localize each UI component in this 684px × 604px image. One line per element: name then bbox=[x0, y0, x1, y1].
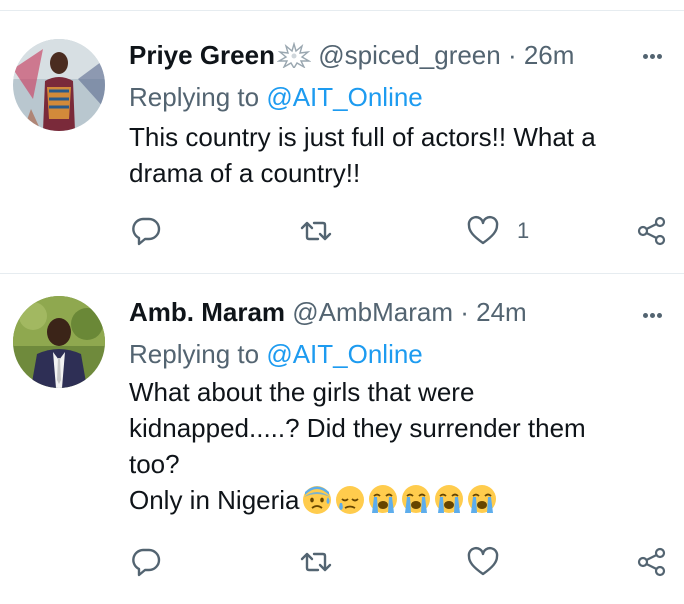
share-button[interactable] bbox=[636, 211, 668, 251]
author-name[interactable]: Amb. Maram bbox=[129, 297, 285, 327]
retweet-icon bbox=[300, 221, 332, 241]
tweet-text-line: This country is just full of actors!! Wh… bbox=[129, 122, 596, 152]
anxious-sweat-face-emoji bbox=[302, 486, 331, 514]
more-options-button[interactable] bbox=[636, 41, 668, 73]
avatar-image bbox=[13, 296, 105, 388]
loudly-crying-face-emoji bbox=[467, 485, 496, 513]
reply-icon bbox=[132, 217, 161, 246]
replying-label: Replying to bbox=[129, 339, 260, 369]
timestamp[interactable]: 24m bbox=[476, 297, 527, 327]
share-icon bbox=[637, 216, 666, 246]
retweet-button[interactable] bbox=[300, 211, 332, 251]
replying-to: Replying to @AIT_Online bbox=[129, 81, 423, 113]
tweet-text-segment: Only in Nigeria bbox=[129, 485, 300, 515]
separator: · bbox=[500, 40, 524, 70]
avatar[interactable] bbox=[13, 296, 105, 388]
reply-button[interactable] bbox=[130, 542, 162, 582]
reply-button[interactable] bbox=[130, 211, 162, 251]
loudly-crying-face-emoji bbox=[368, 485, 397, 513]
timestamp[interactable]: 26m bbox=[524, 40, 575, 70]
loudly-crying-face-emoji bbox=[401, 485, 430, 513]
avatar-image bbox=[13, 39, 105, 131]
tweet-text-line: too? bbox=[129, 449, 180, 479]
replying-to: Replying to @AIT_Online bbox=[129, 338, 423, 370]
tweet-actions bbox=[0, 542, 684, 582]
tweet[interactable]: Amb. Maram @AmbMaram · 24m Replying to @… bbox=[0, 274, 684, 604]
explosion-badge-icon bbox=[276, 42, 311, 68]
avatar[interactable] bbox=[13, 39, 105, 131]
tweet-header: Priye Green @spiced_green · 26m bbox=[129, 39, 624, 71]
separator: · bbox=[453, 297, 477, 327]
heart-icon bbox=[467, 215, 499, 245]
tweet-text-line: What about the girls that were bbox=[129, 377, 475, 407]
like-button[interactable]: 1 bbox=[467, 211, 529, 251]
loudly-crying-face-emoji bbox=[434, 485, 463, 513]
author-name[interactable]: Priye Green bbox=[129, 40, 275, 70]
replying-handle-link[interactable]: @AIT_Online bbox=[266, 82, 422, 112]
replying-label: Replying to bbox=[129, 82, 260, 112]
tweet-text-line-with-emoji: Only in Nigeria bbox=[129, 482, 649, 518]
share-icon bbox=[637, 547, 666, 577]
author-handle[interactable]: @spiced_green bbox=[318, 40, 501, 70]
tweet-actions: 1 bbox=[0, 211, 684, 251]
share-button[interactable] bbox=[636, 542, 668, 582]
more-options-button[interactable] bbox=[636, 300, 668, 332]
tweet-header: Amb. Maram @AmbMaram · 24m bbox=[129, 296, 624, 328]
tweet-text: This country is just full of actors!! Wh… bbox=[129, 119, 649, 191]
retweet-icon bbox=[300, 552, 332, 572]
tweet-text-line: kidnapped.....? Did they surrender them bbox=[129, 413, 586, 443]
like-count: 1 bbox=[517, 218, 530, 243]
retweet-button[interactable] bbox=[300, 542, 332, 582]
like-button[interactable] bbox=[467, 542, 517, 582]
replying-handle-link[interactable]: @AIT_Online bbox=[266, 339, 422, 369]
tweet-text-line: drama of a country!! bbox=[129, 158, 361, 188]
author-handle[interactable]: @AmbMaram bbox=[292, 297, 453, 327]
heart-icon bbox=[467, 546, 499, 576]
reply-icon bbox=[132, 548, 161, 577]
tweet-text: What about the girls that were kidnapped… bbox=[129, 374, 649, 518]
tweet[interactable]: Priye Green @spiced_green · 26m Replying… bbox=[0, 11, 684, 273]
sad-relieved-face-emoji bbox=[335, 486, 364, 514]
